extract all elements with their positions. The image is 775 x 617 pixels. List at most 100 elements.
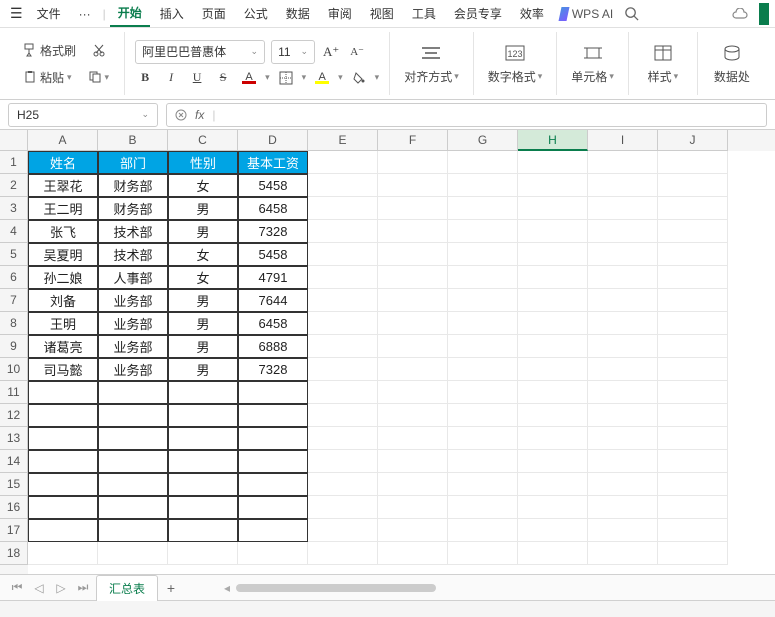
row-headers[interactable]: 123456789101112131415161718 — [0, 151, 28, 574]
cell-H2[interactable] — [518, 174, 588, 197]
cell-E12[interactable] — [308, 404, 378, 427]
cell-J17[interactable] — [658, 519, 728, 542]
cell-E17[interactable] — [308, 519, 378, 542]
cell-E11[interactable] — [308, 381, 378, 404]
cell-H16[interactable] — [518, 496, 588, 519]
cell-A17[interactable] — [28, 519, 98, 542]
cell-B3[interactable]: 财务部 — [98, 197, 168, 220]
cell-E4[interactable] — [308, 220, 378, 243]
cell-B4[interactable]: 技术部 — [98, 220, 168, 243]
cell-E5[interactable] — [308, 243, 378, 266]
select-all-corner[interactable] — [0, 130, 28, 151]
cell-A13[interactable] — [28, 427, 98, 450]
sheet-nav-next[interactable]: ▷ — [52, 579, 70, 597]
cell-A12[interactable] — [28, 404, 98, 427]
cell-J9[interactable] — [658, 335, 728, 358]
cell-G15[interactable] — [448, 473, 518, 496]
cell-E1[interactable] — [308, 151, 378, 174]
cell-J16[interactable] — [658, 496, 728, 519]
cell-E16[interactable] — [308, 496, 378, 519]
cell-G9[interactable] — [448, 335, 518, 358]
cell-F14[interactable] — [378, 450, 448, 473]
cell-G17[interactable] — [448, 519, 518, 542]
cell-J7[interactable] — [658, 289, 728, 312]
cell-A3[interactable]: 王二明 — [28, 197, 98, 220]
cell-C14[interactable] — [168, 450, 238, 473]
cell-A10[interactable]: 司马懿 — [28, 358, 98, 381]
cell-F5[interactable] — [378, 243, 448, 266]
row-header-18[interactable]: 18 — [0, 542, 28, 565]
cut-button[interactable] — [87, 40, 111, 60]
data-process-button[interactable]: 数据处 — [708, 42, 756, 85]
cell-D17[interactable] — [238, 519, 308, 542]
font-color-button[interactable]: A — [239, 68, 259, 88]
font-size-select[interactable]: 11⌄ — [271, 40, 315, 64]
col-header-F[interactable]: F — [378, 130, 448, 151]
cell-D8[interactable]: 6458 — [238, 312, 308, 335]
row-header-11[interactable]: 11 — [0, 381, 28, 404]
cell-E2[interactable] — [308, 174, 378, 197]
cell-J11[interactable] — [658, 381, 728, 404]
cell-D11[interactable] — [238, 381, 308, 404]
row-header-2[interactable]: 2 — [0, 174, 28, 197]
cell-C16[interactable] — [168, 496, 238, 519]
cell-A18[interactable] — [28, 542, 98, 565]
cell-I2[interactable] — [588, 174, 658, 197]
cell-G11[interactable] — [448, 381, 518, 404]
cell-D2[interactable]: 5458 — [238, 174, 308, 197]
cell-A9[interactable]: 诸葛亮 — [28, 335, 98, 358]
cell-G5[interactable] — [448, 243, 518, 266]
cell-J12[interactable] — [658, 404, 728, 427]
cell-C5[interactable]: 女 — [168, 243, 238, 266]
copy-button[interactable]: ▾ — [83, 67, 115, 87]
cell-A1[interactable]: 姓名 — [28, 151, 98, 174]
cell-A4[interactable]: 张飞 — [28, 220, 98, 243]
cell-E10[interactable] — [308, 358, 378, 381]
cell-J2[interactable] — [658, 174, 728, 197]
increase-font-button[interactable]: A⁺ — [321, 42, 341, 62]
cell-J10[interactable] — [658, 358, 728, 381]
cell-H7[interactable] — [518, 289, 588, 312]
cell-A6[interactable]: 孙二娘 — [28, 266, 98, 289]
cell-C13[interactable] — [168, 427, 238, 450]
cell-E8[interactable] — [308, 312, 378, 335]
cell-H8[interactable] — [518, 312, 588, 335]
fx-icon[interactable]: fx — [195, 108, 204, 122]
cell-I9[interactable] — [588, 335, 658, 358]
cell-E15[interactable] — [308, 473, 378, 496]
cell-C2[interactable]: 女 — [168, 174, 238, 197]
cell-E3[interactable] — [308, 197, 378, 220]
cell-D18[interactable] — [238, 542, 308, 565]
cell-C4[interactable]: 男 — [168, 220, 238, 243]
cell-H14[interactable] — [518, 450, 588, 473]
highlight-button[interactable]: A — [312, 68, 332, 88]
account-avatar[interactable] — [759, 3, 769, 25]
col-header-I[interactable]: I — [588, 130, 658, 151]
row-header-14[interactable]: 14 — [0, 450, 28, 473]
cell-I12[interactable] — [588, 404, 658, 427]
cell-C10[interactable]: 男 — [168, 358, 238, 381]
cell-C1[interactable]: 性别 — [168, 151, 238, 174]
col-header-G[interactable]: G — [448, 130, 518, 151]
cloud-sync-icon[interactable] — [731, 4, 751, 24]
cell-B12[interactable] — [98, 404, 168, 427]
cell-J1[interactable] — [658, 151, 728, 174]
row-header-3[interactable]: 3 — [0, 197, 28, 220]
cell-B2[interactable]: 财务部 — [98, 174, 168, 197]
row-header-17[interactable]: 17 — [0, 519, 28, 542]
border-dropdown[interactable]: ▾ — [302, 72, 307, 83]
cell-B16[interactable] — [98, 496, 168, 519]
hamburger-icon[interactable]: ☰ — [6, 5, 27, 22]
cell-B15[interactable] — [98, 473, 168, 496]
col-header-D[interactable]: D — [238, 130, 308, 151]
highlight-dropdown[interactable]: ▾ — [338, 72, 343, 83]
cell-D16[interactable] — [238, 496, 308, 519]
border-button[interactable] — [276, 68, 296, 88]
cell-F13[interactable] — [378, 427, 448, 450]
cell-F1[interactable] — [378, 151, 448, 174]
menu-data[interactable]: 数据 — [278, 1, 318, 26]
row-header-15[interactable]: 15 — [0, 473, 28, 496]
row-header-5[interactable]: 5 — [0, 243, 28, 266]
cell-D5[interactable]: 5458 — [238, 243, 308, 266]
menu-review[interactable]: 审阅 — [320, 1, 360, 26]
